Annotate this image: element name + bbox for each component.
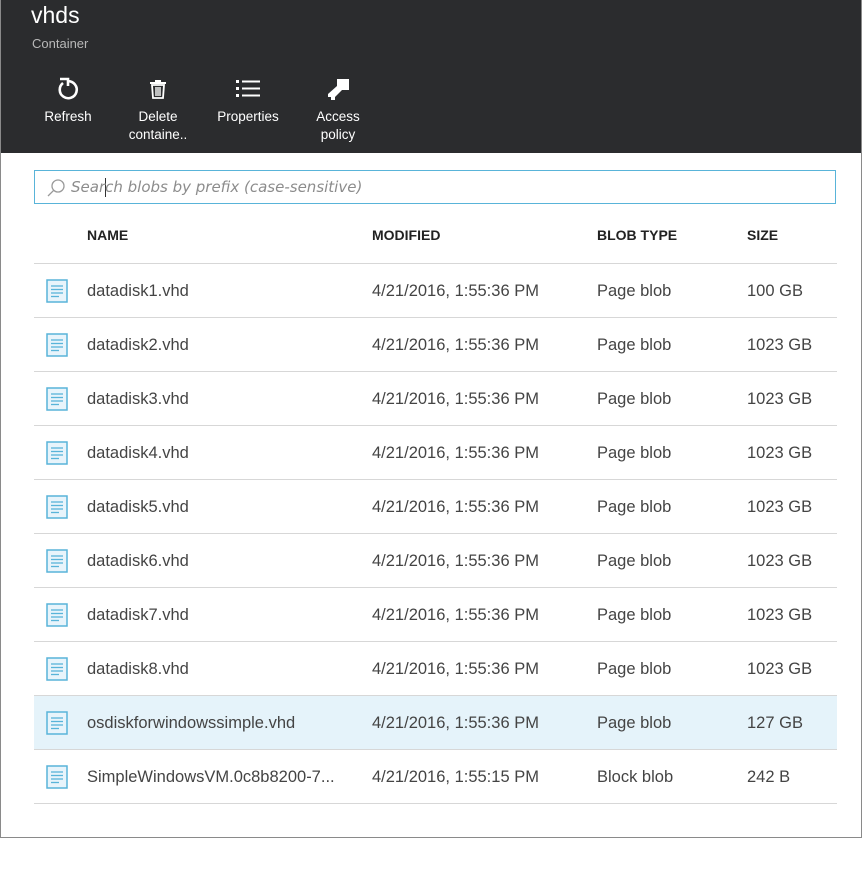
- blob-size: 242 B: [747, 768, 791, 786]
- blob-modified: 4/21/2016, 1:55:36 PM: [372, 444, 539, 462]
- search-box[interactable]: [34, 170, 836, 204]
- file-icon: [46, 657, 68, 686]
- table-body: datadisk1.vhd 4/21/2016, 1:55:36 PM Page b…: [34, 264, 837, 804]
- blob-name: datadisk1.vhd: [87, 282, 189, 300]
- blob-name: datadisk6.vhd: [87, 552, 189, 570]
- blob-modified: 4/21/2016, 1:55:36 PM: [372, 336, 539, 354]
- blob-name: SimpleWindowsVM.0c8b8200-7...: [87, 768, 335, 786]
- access-policy-button[interactable]: Access policy: [303, 76, 373, 144]
- refresh-icon: [33, 76, 103, 104]
- blob-size: 127 GB: [747, 714, 803, 732]
- blob-type: Page blob: [597, 552, 672, 570]
- table-row[interactable]: SimpleWindowsVM.0c8b8200-7... 4/21/2016, …: [34, 750, 837, 804]
- blob-modified: 4/21/2016, 1:55:36 PM: [372, 390, 539, 408]
- table-row[interactable]: datadisk5.vhd 4/21/2016, 1:55:36 PM Page b…: [34, 480, 837, 534]
- blob-type: Page blob: [597, 498, 672, 516]
- table-row[interactable]: datadisk8.vhd 4/21/2016, 1:55:36 PM Page b…: [34, 642, 837, 696]
- page-subtitle: Container: [32, 36, 89, 51]
- list-icon: [213, 76, 283, 104]
- blob-modified: 4/21/2016, 1:55:15 PM: [372, 768, 539, 786]
- blob-size: 1023 GB: [747, 552, 813, 570]
- search-icon: [47, 179, 65, 197]
- search-input[interactable]: [71, 173, 831, 201]
- table-row[interactable]: datadisk6.vhd 4/21/2016, 1:55:36 PM Page b…: [34, 534, 837, 588]
- blob-name: datadisk5.vhd: [87, 498, 189, 516]
- key-icon: [303, 76, 373, 104]
- blob-size: 1023 GB: [747, 660, 813, 678]
- table-row[interactable]: datadisk7.vhd 4/21/2016, 1:55:36 PM Page b…: [34, 588, 837, 642]
- table-row[interactable]: datadisk4.vhd 4/21/2016, 1:55:36 PM Page b…: [34, 426, 837, 480]
- container-blade: vhds Container Refresh Delete containe..…: [0, 0, 862, 838]
- column-header-size[interactable]: SIZE: [747, 227, 778, 243]
- blob-modified: 4/21/2016, 1:55:36 PM: [372, 552, 539, 570]
- blob-type: Page blob: [597, 606, 672, 624]
- table-header: NAME MODIFIED BLOB TYPE SIZE: [34, 208, 837, 264]
- blob-type: Page blob: [597, 282, 672, 300]
- blob-name: datadisk3.vhd: [87, 390, 189, 408]
- blob-size: 1023 GB: [747, 444, 813, 462]
- refresh-label: Refresh: [44, 109, 92, 124]
- blob-name: osdiskforwindowssimple.vhd: [87, 714, 296, 732]
- table-row[interactable]: datadisk2.vhd 4/21/2016, 1:55:36 PM Page b…: [34, 318, 837, 372]
- blob-size: 1023 GB: [747, 606, 813, 624]
- file-icon: [46, 279, 68, 308]
- file-icon: [46, 333, 68, 362]
- file-icon: [46, 603, 68, 632]
- delete-container-button[interactable]: Delete containe..: [123, 76, 193, 144]
- blade-header: vhds Container Refresh Delete containe..…: [1, 0, 861, 153]
- blob-name: datadisk7.vhd: [87, 606, 189, 624]
- column-header-modified[interactable]: MODIFIED: [372, 227, 440, 243]
- blob-size: 1023 GB: [747, 498, 813, 516]
- blob-modified: 4/21/2016, 1:55:36 PM: [372, 714, 539, 732]
- file-icon: [46, 711, 68, 740]
- blob-type: Page blob: [597, 390, 672, 408]
- access-policy-label: Access policy: [316, 109, 360, 142]
- column-header-name[interactable]: NAME: [87, 227, 128, 243]
- properties-label: Properties: [217, 109, 279, 124]
- table-row[interactable]: datadisk1.vhd 4/21/2016, 1:55:36 PM Page b…: [34, 264, 837, 318]
- blob-modified: 4/21/2016, 1:55:36 PM: [372, 498, 539, 516]
- blob-type: Page blob: [597, 336, 672, 354]
- blob-type: Page blob: [597, 714, 672, 732]
- refresh-button[interactable]: Refresh: [33, 76, 103, 126]
- file-icon: [46, 387, 68, 416]
- blob-name: datadisk8.vhd: [87, 660, 189, 678]
- file-icon: [46, 495, 68, 524]
- file-icon: [46, 765, 68, 794]
- blob-modified: 4/21/2016, 1:55:36 PM: [372, 606, 539, 624]
- trash-icon: [123, 76, 193, 104]
- table-row[interactable]: osdiskforwindowssimple.vhd 4/21/2016, 1:5…: [34, 696, 837, 750]
- file-icon: [46, 441, 68, 470]
- blob-type: Block blob: [597, 768, 674, 786]
- file-icon: [46, 549, 68, 578]
- blob-type: Page blob: [597, 660, 672, 678]
- blob-modified: 4/21/2016, 1:55:36 PM: [372, 282, 539, 300]
- blob-name: datadisk4.vhd: [87, 444, 189, 462]
- blob-size: 100 GB: [747, 282, 803, 300]
- blob-size: 1023 GB: [747, 390, 813, 408]
- blob-name: datadisk2.vhd: [87, 336, 189, 354]
- properties-button[interactable]: Properties: [213, 76, 283, 126]
- blob-type: Page blob: [597, 444, 672, 462]
- delete-container-label: Delete containe..: [128, 109, 188, 142]
- blob-table: NAME MODIFIED BLOB TYPE SIZE datadisk1.v…: [34, 208, 837, 804]
- column-header-blob-type[interactable]: BLOB TYPE: [597, 227, 677, 243]
- blob-size: 1023 GB: [747, 336, 813, 354]
- page-title: vhds: [31, 2, 80, 28]
- blob-modified: 4/21/2016, 1:55:36 PM: [372, 660, 539, 678]
- table-row[interactable]: datadisk3.vhd 4/21/2016, 1:55:36 PM Page b…: [34, 372, 837, 426]
